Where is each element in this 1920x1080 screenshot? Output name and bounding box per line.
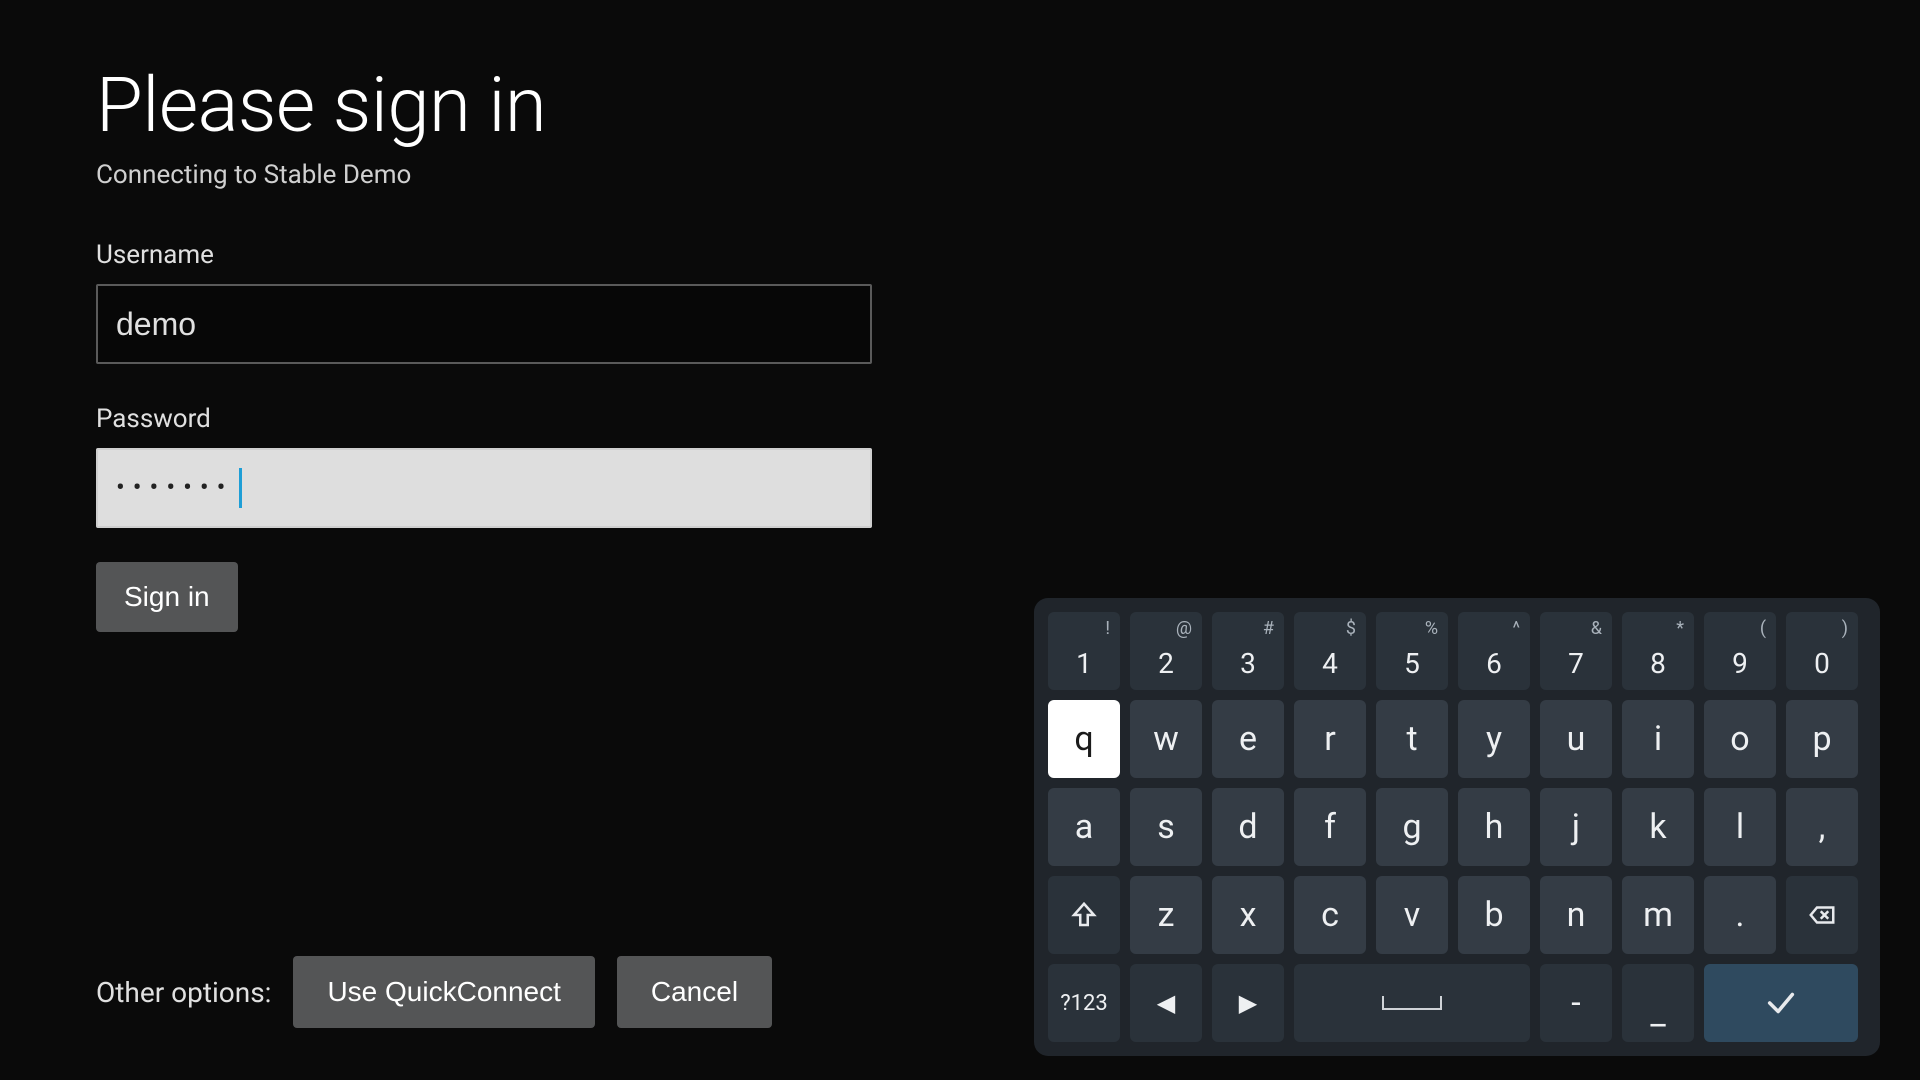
key-4[interactable]: $4: [1294, 612, 1366, 690]
key-2[interactable]: @2: [1130, 612, 1202, 690]
signin-button[interactable]: Sign in: [96, 562, 238, 632]
key-c[interactable]: c: [1294, 876, 1366, 954]
key-comma[interactable]: ,: [1786, 788, 1858, 866]
key-b[interactable]: b: [1458, 876, 1530, 954]
quickconnect-button[interactable]: Use QuickConnect: [293, 956, 594, 1028]
key-1[interactable]: !1: [1048, 612, 1120, 690]
key-right[interactable]: ▶: [1212, 964, 1284, 1042]
key-o[interactable]: o: [1704, 700, 1776, 778]
key-r[interactable]: r: [1294, 700, 1366, 778]
key-w[interactable]: w: [1130, 700, 1202, 778]
key-3[interactable]: #3: [1212, 612, 1284, 690]
key-k[interactable]: k: [1622, 788, 1694, 866]
password-label: Password: [96, 404, 876, 434]
key-dash[interactable]: -: [1540, 964, 1612, 1042]
key-7[interactable]: &7: [1540, 612, 1612, 690]
cancel-button[interactable]: Cancel: [617, 956, 772, 1028]
key-u[interactable]: u: [1540, 700, 1612, 778]
key-z[interactable]: z: [1130, 876, 1202, 954]
key-enter[interactable]: [1704, 964, 1858, 1042]
key-d[interactable]: d: [1212, 788, 1284, 866]
key-i[interactable]: i: [1622, 700, 1694, 778]
key-6[interactable]: ^6: [1458, 612, 1530, 690]
other-options-label: Other options:: [96, 976, 271, 1009]
text-cursor: [239, 468, 242, 508]
key-0[interactable]: )0: [1786, 612, 1858, 690]
key-left[interactable]: ◀: [1130, 964, 1202, 1042]
page-title: Please sign in: [96, 60, 876, 150]
password-masked-value: •••••••: [116, 473, 233, 503]
key-space[interactable]: [1294, 964, 1530, 1042]
key-underscore[interactable]: _: [1622, 964, 1694, 1042]
key-mode[interactable]: ?123: [1048, 964, 1120, 1042]
key-5[interactable]: %5: [1376, 612, 1448, 690]
key-t[interactable]: t: [1376, 700, 1448, 778]
password-input[interactable]: •••••••: [96, 448, 872, 528]
key-v[interactable]: v: [1376, 876, 1448, 954]
key-9[interactable]: (9: [1704, 612, 1776, 690]
key-q[interactable]: q: [1048, 700, 1120, 778]
key-n[interactable]: n: [1540, 876, 1612, 954]
username-label: Username: [96, 240, 876, 270]
key-e[interactable]: e: [1212, 700, 1284, 778]
key-p[interactable]: p: [1786, 700, 1858, 778]
page-subtitle: Connecting to Stable Demo: [96, 160, 876, 190]
key-x[interactable]: x: [1212, 876, 1284, 954]
username-input[interactable]: [96, 284, 872, 364]
key-f[interactable]: f: [1294, 788, 1366, 866]
key-h[interactable]: h: [1458, 788, 1530, 866]
key-g[interactable]: g: [1376, 788, 1448, 866]
key-s[interactable]: s: [1130, 788, 1202, 866]
key-shift[interactable]: [1048, 876, 1120, 954]
key-backspace[interactable]: [1786, 876, 1858, 954]
key-a[interactable]: a: [1048, 788, 1120, 866]
key-m[interactable]: m: [1622, 876, 1694, 954]
key-y[interactable]: y: [1458, 700, 1530, 778]
key-period[interactable]: .: [1704, 876, 1776, 954]
onscreen-keyboard: !1@2#3$4%5^6&7*8(9)0 qwertyuiop asdfghjk…: [1034, 598, 1880, 1056]
key-8[interactable]: *8: [1622, 612, 1694, 690]
key-l[interactable]: l: [1704, 788, 1776, 866]
key-j[interactable]: j: [1540, 788, 1612, 866]
